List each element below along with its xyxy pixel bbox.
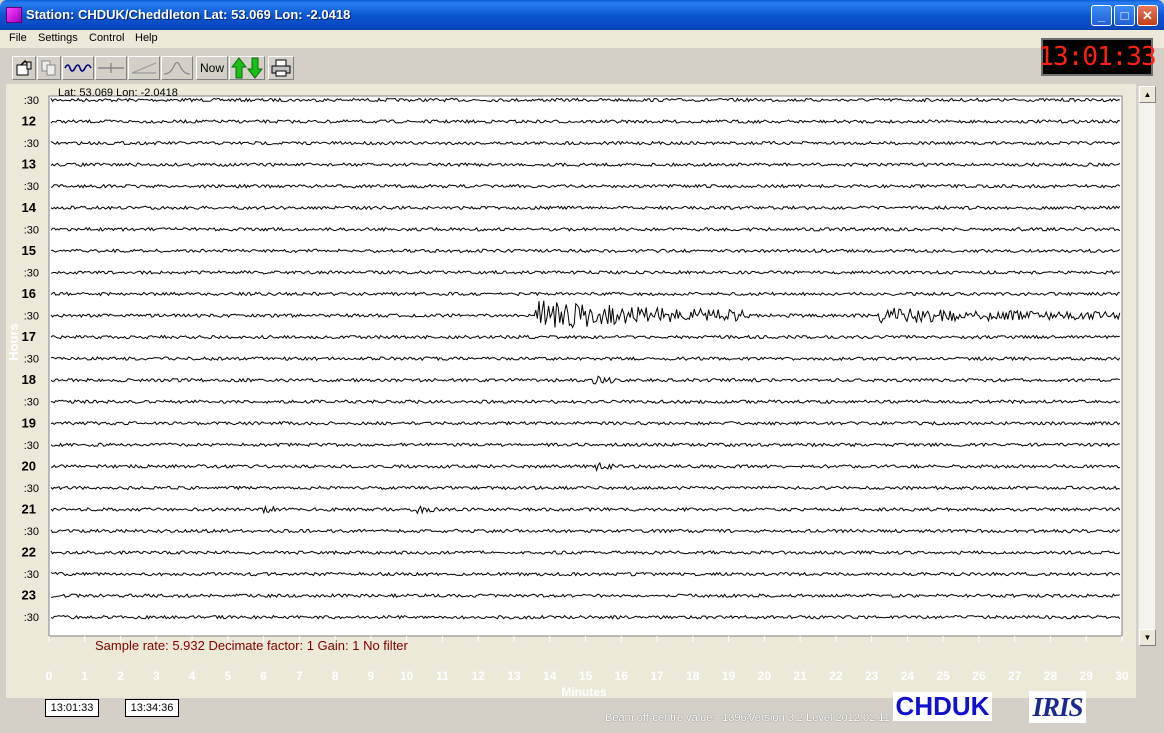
x-tick-label: 0 xyxy=(46,669,53,683)
row-label: :30 xyxy=(24,181,39,193)
x-tick-label: 23 xyxy=(865,669,879,683)
vertical-scrollbar[interactable]: ▲ ▼ xyxy=(1138,86,1156,646)
row-label: :30 xyxy=(24,612,39,624)
x-tick-label: 16 xyxy=(615,669,629,683)
row-label: 15 xyxy=(22,243,36,258)
x-tick-label: 20 xyxy=(758,669,772,683)
row-label: :30 xyxy=(24,526,39,538)
row-label: :30 xyxy=(24,569,39,581)
x-tick-label: 21 xyxy=(793,669,807,683)
menu-settings[interactable]: Settings xyxy=(38,32,78,44)
scroll-up-arrow[interactable]: ▲ xyxy=(1139,86,1156,103)
close-button[interactable]: ✕ xyxy=(1137,5,1158,26)
x-tick-label: 8 xyxy=(332,669,339,683)
row-label: :30 xyxy=(24,95,39,107)
maximize-button[interactable]: □ xyxy=(1114,5,1135,26)
x-tick-label: 26 xyxy=(972,669,986,683)
x-tick-label: 1 xyxy=(81,669,88,683)
window-title: Station: CHDUK/Cheddleton Lat: 53.069 Lo… xyxy=(26,7,351,22)
menu-file[interactable]: File xyxy=(9,32,27,44)
scroll-down-arrow[interactable]: ▼ xyxy=(1139,629,1156,646)
x-tick-label: 13 xyxy=(507,669,521,683)
helicorder-plot[interactable]: :3012:3013:3014:3015:3016:3017:3018:3019… xyxy=(6,84,1136,698)
beam-value: Beam off-centre value: -13964 xyxy=(605,712,753,724)
x-tick-label: 18 xyxy=(686,669,700,683)
row-label: 22 xyxy=(22,545,36,560)
x-tick-label: 5 xyxy=(224,669,231,683)
x-tick-label: 22 xyxy=(829,669,843,683)
row-label: 20 xyxy=(22,458,36,473)
row-label: 17 xyxy=(22,329,36,344)
row-label: :30 xyxy=(24,138,39,150)
now-button[interactable]: Now xyxy=(196,56,228,80)
x-tick-label: 14 xyxy=(543,669,557,683)
iris-logo: IRIS xyxy=(1029,691,1086,723)
pulse-icon[interactable] xyxy=(161,56,193,80)
x-tick-label: 27 xyxy=(1008,669,1022,683)
row-label: 18 xyxy=(22,372,36,387)
row-label: 16 xyxy=(22,286,36,301)
toolbar: Now xyxy=(0,48,1164,84)
x-tick-label: 2 xyxy=(117,669,124,683)
row-label: 23 xyxy=(22,588,36,603)
station-logo: CHDUK xyxy=(893,691,992,721)
x-tick-label: 17 xyxy=(650,669,664,683)
row-label: :30 xyxy=(24,483,39,495)
x-axis-label: Minutes xyxy=(561,685,607,698)
row-label: :30 xyxy=(24,224,39,236)
x-tick-label: 29 xyxy=(1080,669,1094,683)
open-icon[interactable] xyxy=(12,56,36,80)
x-tick-label: 9 xyxy=(368,669,375,683)
menu-bar: File Settings Control Help xyxy=(0,30,1164,48)
x-tick-label: 12 xyxy=(472,669,486,683)
row-label: :30 xyxy=(24,311,39,323)
row-label: 13 xyxy=(22,157,36,172)
x-tick-label: 4 xyxy=(189,669,196,683)
x-tick-label: 28 xyxy=(1044,669,1058,683)
up-down-arrows-icon[interactable] xyxy=(229,56,265,80)
flatline-icon[interactable] xyxy=(95,56,127,80)
x-tick-label: 11 xyxy=(436,669,449,683)
menu-control[interactable]: Control xyxy=(89,32,124,44)
hour-labels: :30 12 :30 13 :30 14 :30 15 :30 16 :30 17 :30 18 :30 19… xyxy=(22,95,39,624)
version-label: Version 3.2 Level 2012.02.11 xyxy=(748,712,890,724)
y-axis-label: Hours xyxy=(6,323,21,361)
helicorder-panel: :30 12:30 13:30 14:30 15:30 16:30 17:30 18:30 19… xyxy=(6,84,1136,698)
row-label: 12 xyxy=(22,114,36,129)
printer-icon[interactable] xyxy=(268,56,294,80)
start-time-box: 13:01:33 xyxy=(45,699,99,717)
x-tick-label: 24 xyxy=(901,669,915,683)
row-label: 19 xyxy=(22,415,36,430)
sample-info: Sample rate: 5.932 Decimate factor: 1 Ga… xyxy=(95,638,408,653)
x-tick-label: 19 xyxy=(722,669,736,683)
waveform-icon[interactable] xyxy=(62,56,94,80)
row-label: :30 xyxy=(24,397,39,409)
x-tick-label: 15 xyxy=(579,669,593,683)
minimize-button[interactable]: _ xyxy=(1091,5,1112,26)
latlon-caption: Lat: 53.069 Lon: -2.0418 xyxy=(58,87,178,99)
x-tick-label: 25 xyxy=(936,669,950,683)
x-tick-label: 3 xyxy=(153,669,160,683)
row-label: :30 xyxy=(24,354,39,366)
end-time-box: 13:34:36 xyxy=(125,699,179,717)
row-label: 21 xyxy=(22,501,36,516)
slope-icon[interactable] xyxy=(128,56,160,80)
plot-area xyxy=(48,95,1123,637)
digital-clock: 13:01:33 xyxy=(1038,38,1157,76)
row-label: :30 xyxy=(24,440,39,452)
x-tick-label: 6 xyxy=(260,669,267,683)
row-label: :30 xyxy=(24,267,39,279)
x-tick-label: 7 xyxy=(296,669,303,683)
menu-help[interactable]: Help xyxy=(135,32,158,44)
x-tick-label: 10 xyxy=(400,669,414,683)
app-icon[interactable] xyxy=(6,7,22,23)
title-bar[interactable]: Station: CHDUK/Cheddleton Lat: 53.069 Lo… xyxy=(0,0,1164,30)
copy-icon[interactable] xyxy=(37,56,61,80)
x-tick-label: 30 xyxy=(1115,669,1129,683)
row-label: 14 xyxy=(22,200,37,215)
